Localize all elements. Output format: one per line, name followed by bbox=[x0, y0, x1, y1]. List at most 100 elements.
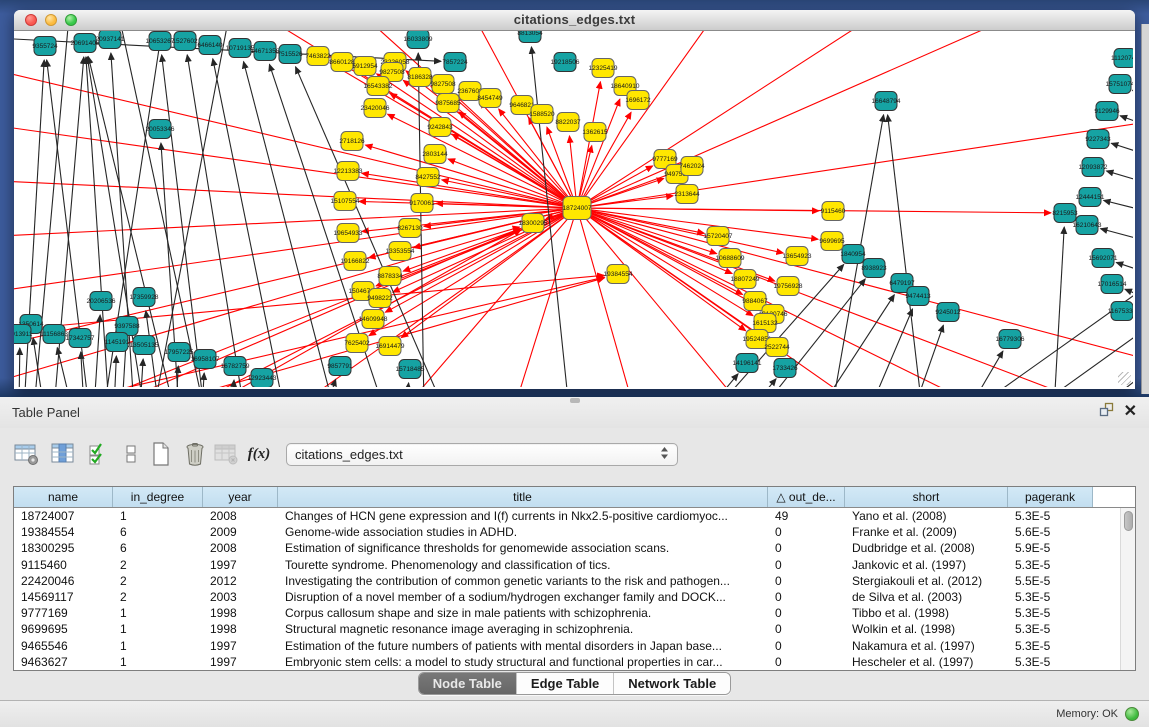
window-titlebar[interactable]: citations_edges.txt bbox=[14, 10, 1135, 31]
graph-node[interactable]: 19654933 bbox=[334, 224, 363, 243]
network-graph[interactable]: 9355724206914062093714110653267152760264… bbox=[14, 31, 1133, 387]
graph-node[interactable]: 7625402 bbox=[344, 334, 370, 353]
graph-node[interactable]: 14196141 bbox=[733, 354, 762, 373]
graph-node[interactable]: 9242843 bbox=[427, 118, 453, 137]
graph-node[interactable]: 9875685 bbox=[435, 94, 461, 113]
graph-edge[interactable] bbox=[1054, 227, 1064, 387]
close-panel-icon[interactable]: ✕ bbox=[1124, 402, 1137, 422]
graph-node[interactable]: 12325419 bbox=[589, 59, 618, 78]
graph-node[interactable]: 7463822 bbox=[305, 47, 331, 66]
graph-edge[interactable] bbox=[244, 62, 334, 387]
graph-node[interactable]: 8427552 bbox=[415, 168, 441, 187]
graph-node[interactable]: 19166822 bbox=[341, 252, 370, 271]
memory-status-indicator[interactable] bbox=[1125, 707, 1139, 721]
graph-edge[interactable] bbox=[589, 211, 1133, 361]
graph-node[interactable]: 11156863 bbox=[40, 325, 68, 344]
graph-edge[interactable] bbox=[202, 373, 204, 387]
graph-node[interactable]: 10653267 bbox=[146, 32, 175, 51]
network-canvas[interactable]: 9355724206914062093714110653267152760264… bbox=[14, 31, 1133, 387]
graph-edge[interactable] bbox=[588, 31, 1014, 203]
graph-node[interactable]: 3913911 bbox=[14, 325, 33, 344]
graph-edge[interactable] bbox=[589, 211, 784, 253]
zoom-window-button[interactable] bbox=[65, 14, 77, 26]
scrollbar-thumb[interactable] bbox=[1124, 511, 1133, 531]
table-row[interactable]: 969969511998Structural magnetic resonanc… bbox=[14, 621, 1135, 637]
graph-node[interactable]: 8822037 bbox=[555, 113, 581, 132]
graph-edge[interactable] bbox=[1104, 200, 1133, 213]
graph-node[interactable]: 15751074 bbox=[1106, 75, 1133, 94]
float-panel-icon[interactable] bbox=[1099, 402, 1114, 422]
graph-node[interactable]: 7515526 bbox=[277, 45, 303, 64]
graph-node[interactable]: 7462024 bbox=[679, 157, 705, 176]
graph-edge[interactable] bbox=[820, 295, 894, 387]
graph-node[interactable]: 23420046 bbox=[361, 99, 390, 118]
column-header-short[interactable]: short bbox=[845, 487, 1008, 507]
table-row[interactable]: 946554611997Estimation of the future num… bbox=[14, 638, 1135, 654]
graph-node[interactable]: 6466140 bbox=[197, 36, 223, 55]
graph-node[interactable]: 16914479 bbox=[376, 337, 405, 356]
column-header-out-de-[interactable]: △ out_de... bbox=[768, 487, 845, 507]
graph-edge[interactable] bbox=[587, 31, 874, 201]
graph-node[interactable]: 2522744 bbox=[764, 338, 790, 357]
graph-node[interactable]: 16782759 bbox=[221, 357, 250, 376]
graph-node[interactable]: 8878334 bbox=[377, 267, 403, 286]
table-row[interactable]: 946362711997Embryonic stem cells: a mode… bbox=[14, 654, 1135, 670]
graph-node[interactable]: 14609948 bbox=[359, 310, 388, 329]
graph-node[interactable]: 19756928 bbox=[774, 277, 803, 296]
graph-node[interactable]: 12923443 bbox=[248, 369, 277, 388]
table-selector[interactable]: citations_edges.txt bbox=[286, 443, 678, 466]
graph-node[interactable]: 8454749 bbox=[477, 89, 503, 108]
graph-node[interactable]: 15720407 bbox=[704, 227, 733, 246]
graph-edge[interactable] bbox=[1101, 229, 1133, 243]
graph-node[interactable]: 10688609 bbox=[716, 249, 745, 268]
graph-edge[interactable] bbox=[581, 99, 619, 197]
select-columns-button[interactable] bbox=[48, 439, 78, 469]
column-header-year[interactable]: year bbox=[203, 487, 278, 507]
tab-network-table[interactable]: Network Table bbox=[614, 673, 730, 694]
delete-icon[interactable] bbox=[180, 439, 210, 469]
graph-edge[interactable] bbox=[1111, 143, 1133, 157]
graph-node[interactable]: 2313644 bbox=[674, 185, 700, 204]
graph-edge[interactable] bbox=[88, 57, 174, 387]
graph-node[interactable]: 9355724 bbox=[32, 37, 58, 56]
minimize-window-button[interactable] bbox=[45, 14, 57, 26]
graph-node[interactable]: 1362615 bbox=[582, 123, 608, 142]
graph-node[interactable]: 8215953 bbox=[1052, 204, 1078, 223]
graph-node[interactable]: 1527602 bbox=[172, 32, 198, 51]
graph-node[interactable]: 13353554 bbox=[386, 242, 415, 261]
graph-node[interactable]: 9129946 bbox=[1094, 102, 1120, 121]
table-row[interactable]: 2242004622012Investigating the contribut… bbox=[14, 573, 1135, 589]
graph-node[interactable]: 20206536 bbox=[87, 292, 116, 311]
graph-node[interactable]: 15718485 bbox=[396, 360, 425, 379]
graph-edge[interactable] bbox=[1106, 171, 1133, 185]
graph-edge[interactable] bbox=[751, 379, 776, 387]
graph-node[interactable]: 16779306 bbox=[996, 330, 1025, 349]
graph-edge[interactable] bbox=[19, 348, 20, 387]
graph-node[interactable]: 13654923 bbox=[783, 247, 812, 266]
graph-node[interactable]: 2803144 bbox=[422, 145, 448, 164]
graph-node[interactable]: 9115460 bbox=[821, 202, 846, 221]
graph-edge[interactable] bbox=[870, 309, 913, 387]
select-all-button[interactable] bbox=[84, 439, 114, 469]
graph-node[interactable]: 9227343 bbox=[1085, 130, 1111, 149]
graph-node[interactable]: 20937141 bbox=[96, 31, 125, 49]
graph-node[interactable]: 17016514 bbox=[1098, 275, 1127, 294]
graph-node[interactable]: 9474413 bbox=[905, 287, 931, 306]
graph-node[interactable]: 1696172 bbox=[625, 91, 651, 110]
graph-node[interactable]: 17342757 bbox=[66, 329, 95, 348]
graph-node[interactable]: 13505135 bbox=[130, 336, 159, 355]
splitter-handle[interactable] bbox=[570, 398, 580, 403]
table-row[interactable]: 1830029562008Estimation of significance … bbox=[14, 540, 1135, 556]
table-row[interactable]: 977716911998Corpus callosum shape and si… bbox=[14, 605, 1135, 621]
graph-edge[interactable] bbox=[588, 212, 1104, 387]
graph-node[interactable]: 15692071 bbox=[1089, 249, 1118, 268]
graph-node[interactable]: 15107554 bbox=[331, 192, 360, 211]
graph-edge[interactable] bbox=[888, 115, 922, 387]
graph-edge[interactable] bbox=[104, 229, 520, 387]
vertical-scrollbar[interactable] bbox=[1120, 508, 1135, 670]
graph-node[interactable]: 16033809 bbox=[404, 31, 433, 49]
column-header-in-degree[interactable]: in_degree bbox=[113, 487, 203, 507]
resize-grip-icon[interactable] bbox=[1118, 372, 1131, 385]
graph-node[interactable]: 8938923 bbox=[861, 259, 887, 278]
graph-node[interactable]: 16958107 bbox=[191, 350, 220, 369]
